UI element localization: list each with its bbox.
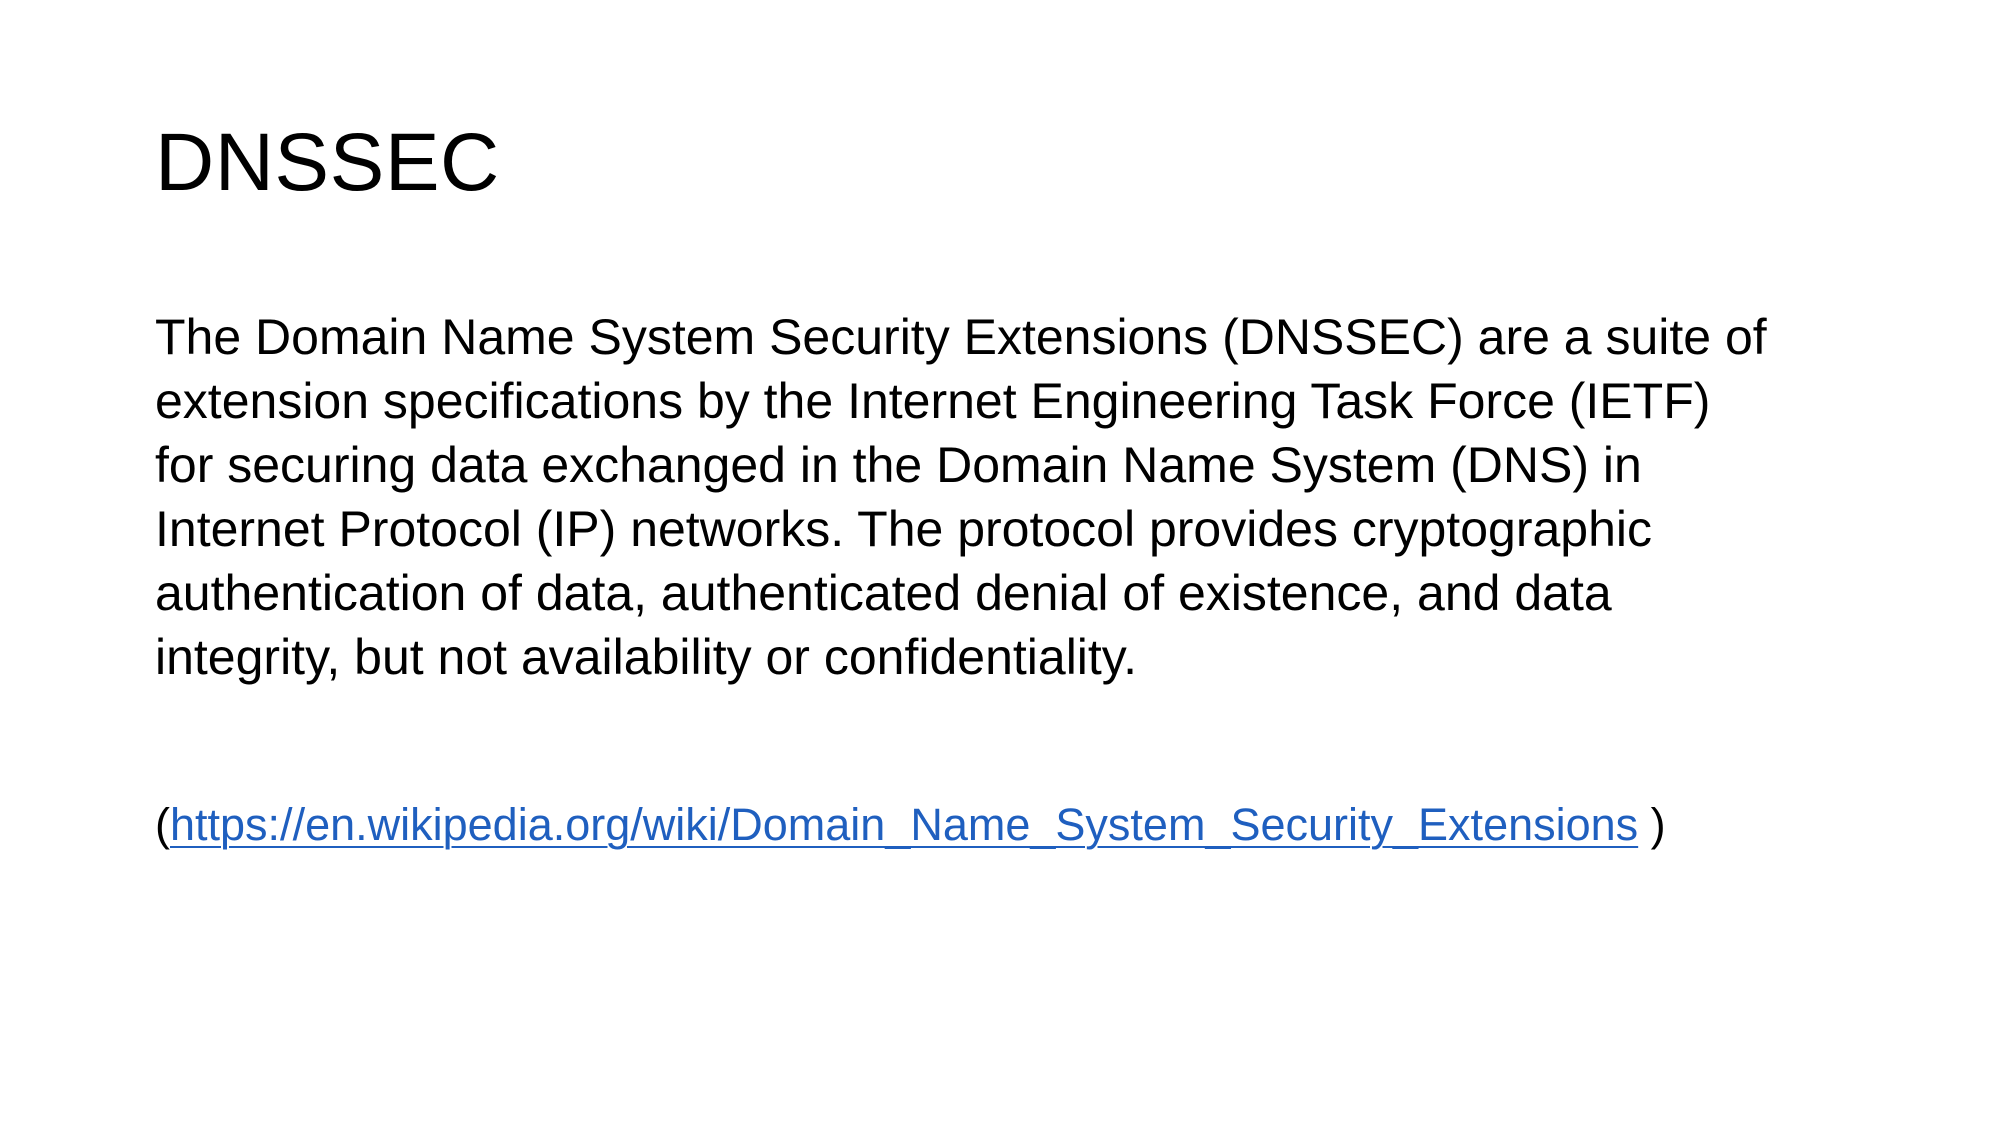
body-line: The Domain Name System Security Extensio… [155, 309, 1767, 365]
slide-body: The Domain Name System Security Extensio… [155, 305, 1855, 689]
source-link[interactable]: https://en.wikipedia.org/wiki/Domain_Nam… [170, 799, 1638, 850]
body-line: extension specifications by the Internet… [155, 373, 1711, 429]
body-line: integrity, but not availability or confi… [155, 629, 1137, 685]
citation-close-paren: ) [1638, 799, 1666, 850]
slide: DNSSEC The Domain Name System Security E… [0, 0, 2000, 1125]
body-line: Internet Protocol (IP) networks. The pro… [155, 501, 1652, 557]
citation-open-paren: ( [155, 799, 170, 850]
body-line: authentication of data, authenticated de… [155, 565, 1612, 621]
slide-title: DNSSEC [155, 117, 500, 208]
citation: (https://en.wikipedia.org/wiki/Domain_Na… [155, 793, 1666, 857]
body-line: for securing data exchanged in the Domai… [155, 437, 1642, 493]
